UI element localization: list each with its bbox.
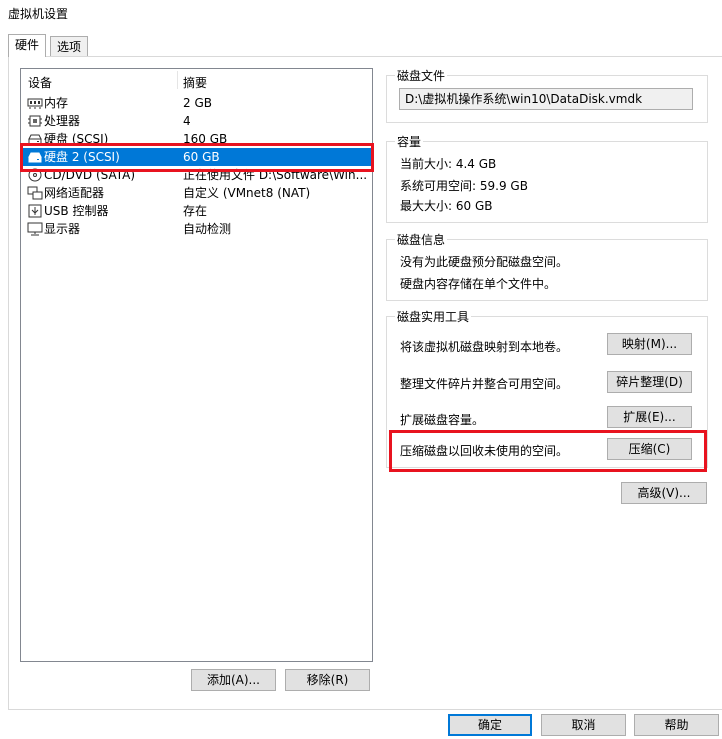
capacity-group-title: 容量 [395,133,424,150]
cpu-icon [28,115,42,127]
max-size-text: 最大大小: 60 GB [400,199,493,213]
tab-options[interactable]: 选项 [50,36,89,57]
disk-info-group: 磁盘信息 没有为此硬盘预分配磁盘空间。 硬盘内容存储在单个文件中。 [386,231,708,301]
device-list-header: 设备 摘要 [21,69,372,93]
display-icon [27,222,43,236]
compact-description: 压缩磁盘以回收未使用的空间。 [400,444,569,458]
column-header-summary[interactable]: 摘要 [183,74,207,91]
device-name: 显示器 [44,222,81,236]
available-space-text: 系统可用空间: 59.9 GB [400,179,528,193]
disk-utilities-group-title: 磁盘实用工具 [395,308,472,325]
tab-hardware[interactable]: 硬件 [8,34,47,57]
advanced-button[interactable]: 高级(V)... [621,482,707,504]
expand-description: 扩展磁盘容量。 [400,413,485,427]
memory-icon [27,98,43,109]
ok-button[interactable]: 确定 [448,714,532,736]
device-name: 处理器 [44,114,81,128]
device-summary: 2 GB [183,96,212,110]
defrag-button[interactable]: 碎片整理(D) [607,371,692,393]
current-size-text: 当前大小: 4.4 GB [400,157,497,171]
compact-button[interactable]: 压缩(C) [607,438,692,460]
device-summary: 自定义 (VMnet8 (NAT) [183,186,311,200]
device-name: CD/DVD (SATA) [44,168,136,182]
remove-device-button[interactable]: 移除(R) [285,669,370,691]
device-list[interactable]: 设备 摘要 内存 2 GB 处理器 4 硬盘 (SCSI) 160 GB 硬盘 … [20,68,373,662]
defrag-description: 整理文件碎片并整合可用空间。 [400,377,569,391]
hard-disk-icon [28,152,42,163]
device-row-hard-disk[interactable]: 硬盘 (SCSI) 160 GB [21,130,372,148]
device-summary: 160 GB [183,132,228,146]
device-name: 内存 [44,96,69,110]
disk-file-path-field[interactable]: D:\虚拟机操作系统\win10\DataDisk.vmdk [399,88,693,110]
device-summary: 存在 [183,204,208,218]
help-button[interactable]: 帮助 [634,714,719,736]
map-button[interactable]: 映射(M)... [607,333,692,355]
expand-button[interactable]: 扩展(E)... [607,406,692,428]
device-row-cd-dvd[interactable]: CD/DVD (SATA) 正在使用文件 D:\Software\Win... [21,166,372,184]
device-name: 硬盘 (SCSI) [44,132,109,146]
device-row-processor[interactable]: 处理器 4 [21,112,372,130]
window-title: 虚拟机设置 [8,7,69,21]
device-name: 硬盘 2 (SCSI) [44,150,120,164]
title-bar: 虚拟机设置 [0,0,722,28]
device-summary: 自动检测 [183,222,232,236]
device-row-memory[interactable]: 内存 2 GB [21,94,372,112]
cd-dvd-icon [28,168,42,182]
add-device-button[interactable]: 添加(A)... [191,669,276,691]
device-name: USB 控制器 [44,204,109,218]
capacity-group: 容量 当前大小: 4.4 GB 系统可用空间: 59.9 GB 最大大小: 60… [386,133,708,223]
device-summary: 正在使用文件 D:\Software\Win... [183,168,368,182]
device-row-usb-controller[interactable]: USB 控制器 存在 [21,202,372,220]
cancel-button[interactable]: 取消 [541,714,626,736]
device-summary: 60 GB [183,150,220,164]
network-adapter-icon [27,186,43,200]
disk-info-line-1: 没有为此硬盘预分配磁盘空间。 [400,255,569,269]
device-row-network-adapter[interactable]: 网络适配器 自定义 (VMnet8 (NAT) [21,184,372,202]
column-separator[interactable] [177,71,178,89]
disk-info-group-title: 磁盘信息 [395,231,448,248]
disk-file-group-title: 磁盘文件 [395,67,448,84]
hard-disk-icon [28,134,42,145]
device-summary: 4 [183,114,191,128]
device-row-display[interactable]: 显示器 自动检测 [21,220,372,238]
map-description: 将该虚拟机磁盘映射到本地卷。 [400,340,569,354]
disk-info-line-2: 硬盘内容存储在单个文件中。 [400,277,557,291]
device-row-hard-disk-2[interactable]: 硬盘 2 (SCSI) 60 GB [21,148,372,166]
column-header-device[interactable]: 设备 [28,74,52,91]
device-name: 网络适配器 [44,186,105,200]
usb-icon [28,204,42,218]
